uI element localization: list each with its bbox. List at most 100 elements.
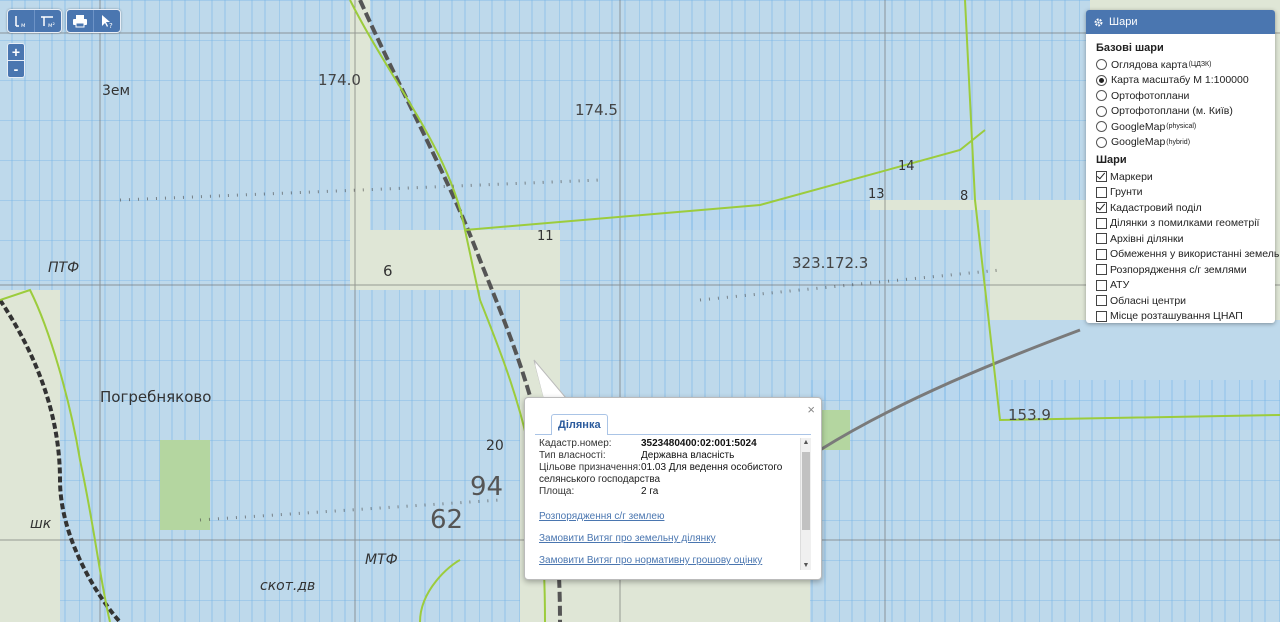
detail-row: Тип власності: Державна власність: [539, 450, 809, 462]
identify-button[interactable]: ?: [94, 10, 120, 32]
map-label: 62: [430, 505, 463, 535]
base-layer-option[interactable]: GoogleMap (physical): [1096, 119, 1275, 135]
map-toolbar: м м² ?: [7, 9, 121, 33]
base-layer-sup: (ЦДЗК): [1188, 61, 1212, 69]
scroll-down-icon[interactable]: ▼: [801, 562, 811, 569]
overlay-layer-option[interactable]: Розпорядження с/г землями: [1096, 262, 1275, 278]
overlay-layer-option[interactable]: Маркери: [1096, 169, 1275, 185]
forest-patch: [820, 410, 850, 450]
map-label: 3ем: [102, 83, 130, 99]
map-label: 323.172.3: [792, 254, 868, 272]
zoom-control: + -: [7, 43, 25, 78]
overlay-layer-label: Ділянки з помилками геометрії: [1110, 217, 1260, 230]
printer-icon: [73, 15, 87, 28]
base-layer-label: Ортофотоплани (м. Київ): [1111, 105, 1233, 118]
base-layer-label: Оглядова карта: [1111, 58, 1188, 71]
map-label: 6: [383, 262, 393, 280]
zoom-out-button[interactable]: -: [8, 60, 24, 77]
detail-row: Площа: 2 га: [539, 486, 809, 498]
overlay-layer-label: АТУ: [1110, 279, 1130, 292]
map-label: 13: [868, 187, 885, 202]
overlay-layer-option[interactable]: Ділянки з помилками геометрії: [1096, 216, 1275, 232]
map-label: шк: [30, 516, 52, 532]
layers-panel: Шари Базові шари Оглядова карта (ЦДЗК) Кар…: [1086, 10, 1279, 325]
tab-parcel[interactable]: Ділянка: [551, 414, 608, 435]
gear-icon: [1094, 18, 1103, 26]
base-layer-option[interactable]: GoogleMap (hybrid): [1096, 135, 1275, 151]
parcel-details: Кадастр.номер: 3523480400:02:001:5024 Тип…: [539, 438, 809, 570]
measure-distance-button[interactable]: м: [8, 10, 35, 32]
zoom-in-button[interactable]: +: [8, 44, 24, 60]
base-layer-option[interactable]: Оглядова карта (ЦДЗК): [1096, 57, 1275, 73]
base-layer-label: Карта масштабу М 1:100000: [1111, 74, 1249, 87]
layers-panel-header[interactable]: Шари: [1086, 10, 1275, 34]
overlay-layer-option[interactable]: Архівні ділянки: [1096, 231, 1275, 247]
checkbox[interactable]: [1096, 264, 1107, 276]
base-layer-option[interactable]: Карта масштабу М 1:100000: [1096, 73, 1275, 89]
print-button[interactable]: [67, 10, 94, 32]
map-label: ПТФ: [48, 260, 79, 276]
detail-row: Кадастр.номер: 3523480400:02:001:5024: [539, 438, 809, 450]
order-valuation-extract-link[interactable]: Замовити Витяг про нормативну грошову оц…: [539, 555, 809, 566]
svg-text:м²: м²: [48, 22, 56, 29]
ownership-type: Державна власність: [641, 450, 735, 461]
overlay-layer-option[interactable]: Кадастровий поділ: [1096, 200, 1275, 216]
misc-tools: ?: [66, 9, 121, 33]
overlay-layer-label: Обласні центри: [1110, 294, 1187, 307]
radio-button[interactable]: [1096, 59, 1107, 71]
checkbox[interactable]: [1096, 233, 1107, 245]
overlay-layer-label: Кадастровий поділ: [1110, 201, 1202, 214]
radio-button[interactable]: [1096, 74, 1107, 86]
radio-button[interactable]: [1096, 121, 1107, 133]
map-label: 94: [470, 472, 503, 502]
checkbox[interactable]: [1096, 310, 1107, 322]
svg-text:м: м: [21, 22, 26, 29]
measure-area-button[interactable]: м²: [35, 10, 61, 32]
svg-text:?: ?: [109, 22, 113, 29]
map-label: 14: [898, 159, 915, 174]
base-layer-option[interactable]: Ортофотоплани (м. Київ): [1096, 104, 1275, 120]
checkbox[interactable]: [1096, 171, 1107, 183]
map-label: 153.9: [1008, 406, 1051, 424]
purpose-value-cont: селянського господарства: [539, 474, 661, 485]
map-label: 174.0: [318, 71, 361, 89]
land-disposal-link[interactable]: Розпорядження с/г землею: [539, 511, 809, 522]
base-layer-option[interactable]: Ортофотоплани: [1096, 88, 1275, 104]
map-label: Погребняково: [100, 388, 211, 406]
detail-key: Кадастр.номер:: [539, 438, 612, 449]
overlay-layer-label: Грунти: [1110, 186, 1143, 199]
base-layer-label: GoogleMap: [1111, 136, 1166, 149]
popup-pointer: [533, 359, 568, 399]
checkbox[interactable]: [1096, 217, 1107, 229]
scroll-thumb[interactable]: [802, 452, 810, 530]
order-parcel-extract-link[interactable]: Замовити Витяг про земельну ділянку: [539, 533, 809, 544]
base-layer-label: GoogleMap: [1111, 120, 1166, 133]
map-label: 174.5: [575, 101, 618, 119]
map-label: МТФ: [365, 552, 398, 568]
cadastral-number: 3523480400:02:001:5024: [641, 438, 757, 449]
base-layer-label: Ортофотоплани: [1111, 89, 1190, 102]
overlay-layer-option[interactable]: Місце розташування ЦНАП: [1096, 309, 1275, 325]
checkbox[interactable]: [1096, 202, 1107, 214]
popup-scrollbar[interactable]: ▲ ▼: [800, 438, 811, 570]
scroll-up-icon[interactable]: ▲: [801, 439, 811, 446]
base-layers-heading: Базові шари: [1096, 42, 1164, 54]
checkbox[interactable]: [1096, 186, 1107, 198]
checkbox[interactable]: [1096, 248, 1107, 260]
radio-button[interactable]: [1096, 105, 1107, 117]
area-value: 2 га: [641, 486, 659, 497]
forest-patch: [160, 440, 210, 530]
checkbox[interactable]: [1096, 279, 1107, 291]
checkbox[interactable]: [1096, 295, 1107, 307]
parcel-info-popup: × Ділянка Кадастр.номер: 3523480400:02:00…: [524, 397, 822, 580]
overlay-layer-option[interactable]: Обласні центри: [1096, 293, 1275, 309]
radio-button[interactable]: [1096, 90, 1107, 102]
overlay-layer-option[interactable]: АТУ: [1096, 278, 1275, 294]
detail-row: Цільове призначення: 01.03 Для ведення ос…: [539, 462, 809, 474]
map-label: 20: [486, 438, 504, 454]
layers-panel-title: Шари: [1109, 16, 1138, 28]
radio-button[interactable]: [1096, 136, 1107, 148]
close-icon[interactable]: ×: [807, 402, 815, 417]
overlay-layer-option[interactable]: Обмеження у використанні земель: [1096, 247, 1279, 263]
overlay-layer-option[interactable]: Грунти: [1096, 185, 1275, 201]
